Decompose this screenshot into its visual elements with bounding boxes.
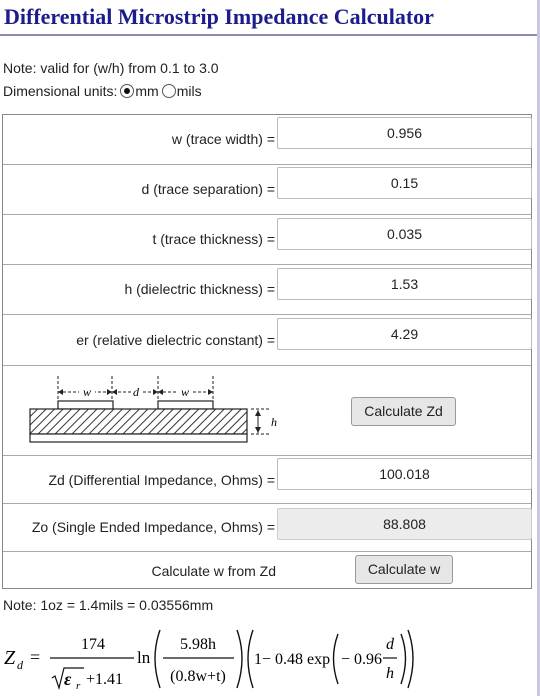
mm-radio-label: mm (135, 83, 159, 99)
formula-factor: 1− 0.48 exp (254, 651, 330, 668)
ounce-conversion-note: Note: 1oz = 1.4mils = 0.03556mm (3, 597, 214, 613)
diagram-d-label: d (133, 385, 140, 399)
formula-frac1-den: (0.8w+t) (170, 668, 226, 685)
units-label: Dimensional units: (3, 83, 118, 99)
trace-thickness-label: t (trace thickness) = (152, 231, 275, 247)
row-dielectric-thickness: h (dielectric thickness) = 1.53 (3, 265, 532, 315)
units-selector: Dimensional units: mm mils (3, 83, 202, 99)
dielectric-thickness-input[interactable]: 1.53 (277, 268, 532, 300)
row-diagram: w d w h Calculate Zd (3, 366, 531, 456)
trace-separation-input[interactable]: 0.15 (277, 167, 532, 199)
trace-width-input[interactable]: 0.956 (277, 117, 532, 149)
microstrip-diagram: w d w h (29, 376, 277, 443)
mils-radio[interactable] (161, 84, 176, 98)
right-trace (157, 400, 214, 410)
calculate-w-label: Calculate w from Zd (151, 563, 276, 579)
diagram-w-label-1: w (83, 385, 91, 399)
page-title: Differential Microstrip Impedance Calcul… (4, 4, 434, 29)
calculator-panel: Differential Microstrip Impedance Calcul… (0, 0, 540, 696)
formula-coef-add: +1.41 (86, 671, 123, 688)
formula-frac1-num: 5.98h (180, 636, 216, 653)
single-ended-impedance-output: 88.808 (277, 508, 532, 540)
formula-exp-coef: − 0.96 (341, 651, 382, 668)
diagram-h-label: h (271, 415, 277, 429)
mils-radio-label: mils (176, 83, 202, 99)
row-calculate-w: Calculate w from Zd Calculate w (3, 552, 531, 588)
formula-frac2-den: h (386, 665, 394, 682)
single-ended-impedance-label: Zo (Single Ended Impedance, Ohms) = (31, 519, 275, 535)
formula-lhs-sub: d (17, 658, 24, 672)
ground-plane (29, 433, 248, 443)
formula-ln: ln (137, 648, 151, 667)
row-trace-thickness: t (trace thickness) = 0.035 (3, 215, 532, 265)
formula-lhs: Z (4, 647, 16, 669)
input-table: w (trace width) = 0.956 d (trace separat… (2, 114, 532, 589)
dielectric-thickness-label: h (dielectric thickness) = (124, 281, 275, 297)
formula-eps-sub: r (76, 680, 81, 692)
row-differential-impedance: Zd (Differential Impedance, Ohms) = 100.… (3, 456, 532, 504)
formula-frac2-num: d (386, 636, 395, 653)
formula-coef-num: 174 (81, 636, 105, 653)
row-dielectric-constant: er (relative dielectric constant) = 4.29 (3, 315, 532, 366)
impedance-formula: Z d = 174 ε r +1.41 ln 5.98h (0.8w+t) 1−… (4, 629, 414, 692)
trace-thickness-input[interactable]: 0.035 (277, 218, 532, 250)
trace-separation-label: d (trace separation) = (141, 181, 275, 197)
differential-impedance-label: Zd (Differential Impedance, Ohms) = (48, 472, 275, 488)
calculate-w-button[interactable]: Calculate w (355, 555, 453, 584)
formula-eps: ε (64, 669, 72, 689)
row-trace-separation: d (trace separation) = 0.15 (3, 165, 532, 215)
calculate-zd-button[interactable]: Calculate Zd (351, 397, 456, 426)
dielectric-constant-label: er (relative dielectric constant) = (76, 332, 275, 348)
differential-impedance-input[interactable]: 100.018 (277, 458, 532, 490)
trace-width-label: w (trace width) = (171, 131, 275, 147)
formula-equals: = (30, 647, 40, 667)
title-divider (0, 34, 537, 36)
mm-radio[interactable] (120, 84, 135, 98)
validity-note: Note: valid for (w/h) from 0.1 to 3.0 (3, 60, 219, 76)
diagram-w-label-2: w (181, 385, 189, 399)
left-trace (57, 400, 114, 410)
dielectric-constant-input[interactable]: 4.29 (277, 318, 532, 350)
row-trace-width: w (trace width) = 0.956 (3, 115, 532, 165)
dielectric-substrate (29, 408, 248, 435)
row-single-ended-impedance: Zo (Single Ended Impedance, Ohms) = 88.8… (3, 504, 532, 552)
